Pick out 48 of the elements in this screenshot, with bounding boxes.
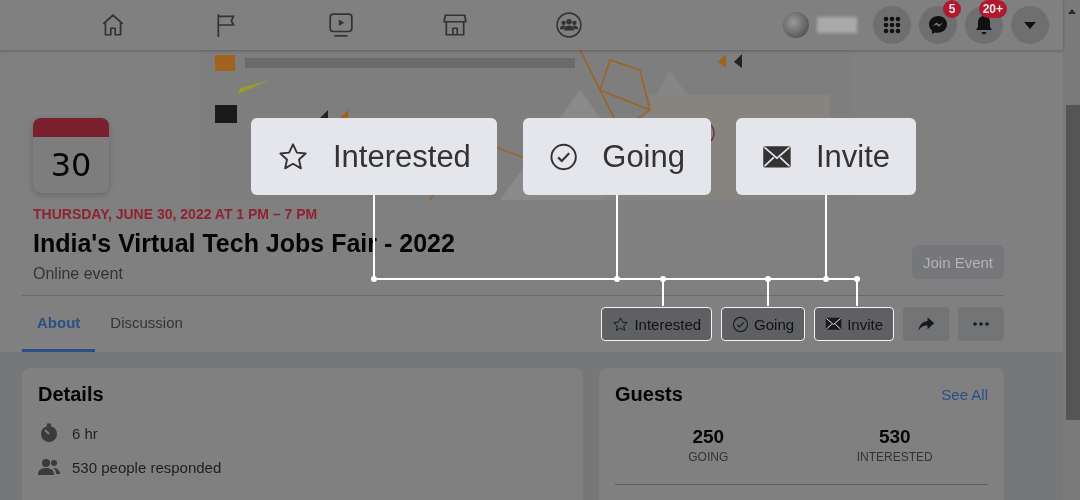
video-icon[interactable] <box>328 12 354 38</box>
guest-count-label: GOING <box>688 450 729 464</box>
notification-badge: 20+ <box>978 0 1007 18</box>
menu-button[interactable] <box>873 6 911 44</box>
more-button[interactable] <box>958 307 1004 341</box>
check-circle-icon <box>732 315 750 333</box>
going-button[interactable]: Going <box>721 307 806 341</box>
tab[interactable]: About <box>22 296 96 352</box>
share-button[interactable] <box>903 307 949 341</box>
interested-button[interactable]: Interested <box>601 307 713 341</box>
event-date: THURSDAY, JUNE 30, 2022 AT 1 PM – 7 PM <box>33 206 318 222</box>
stopwatch-icon <box>39 423 59 443</box>
card-title: Details <box>38 384 105 404</box>
grid-icon <box>883 16 901 34</box>
more-icon <box>973 322 989 326</box>
notification-badge: 5 <box>943 0 961 18</box>
see-all-link[interactable]: See All <box>941 385 988 403</box>
callout-text: Interested <box>333 138 471 175</box>
tab[interactable]: Discussion <box>95 296 198 352</box>
home-icon[interactable] <box>100 12 126 38</box>
group-icon[interactable] <box>556 12 582 38</box>
notifications-button[interactable] <box>965 6 1003 44</box>
date-card: 30 <box>33 118 109 193</box>
envelope-icon <box>762 143 792 170</box>
bell-icon <box>975 15 993 35</box>
scrollbar[interactable] <box>1063 0 1080 500</box>
messenger-icon <box>928 15 948 35</box>
guest-count[interactable]: 250 <box>692 426 725 448</box>
callout-text: Invite <box>815 138 890 175</box>
account-menu-button[interactable] <box>1011 6 1049 44</box>
avatar[interactable] <box>783 12 809 38</box>
store-icon[interactable] <box>442 12 468 38</box>
invite-button[interactable]: Invite <box>814 307 894 341</box>
scrollbar-thumb[interactable] <box>1066 105 1080 420</box>
people-icon <box>38 458 60 476</box>
detail-text: 530 people responded <box>72 458 222 476</box>
star-icon <box>612 315 630 333</box>
callout-text: Going <box>602 138 685 175</box>
card-title: Guests <box>615 384 683 404</box>
scroll-up-icon[interactable] <box>1067 9 1076 14</box>
blurred-name <box>817 17 857 33</box>
event-location: Online event <box>33 264 123 284</box>
guest-count-label: INTERESTED <box>856 450 933 464</box>
guest-count[interactable]: 530 <box>878 426 911 448</box>
envelope-icon <box>825 317 843 331</box>
detail-text: 6 hr <box>72 424 98 442</box>
messenger-button[interactable] <box>919 6 957 44</box>
caret-icon <box>1024 21 1036 29</box>
